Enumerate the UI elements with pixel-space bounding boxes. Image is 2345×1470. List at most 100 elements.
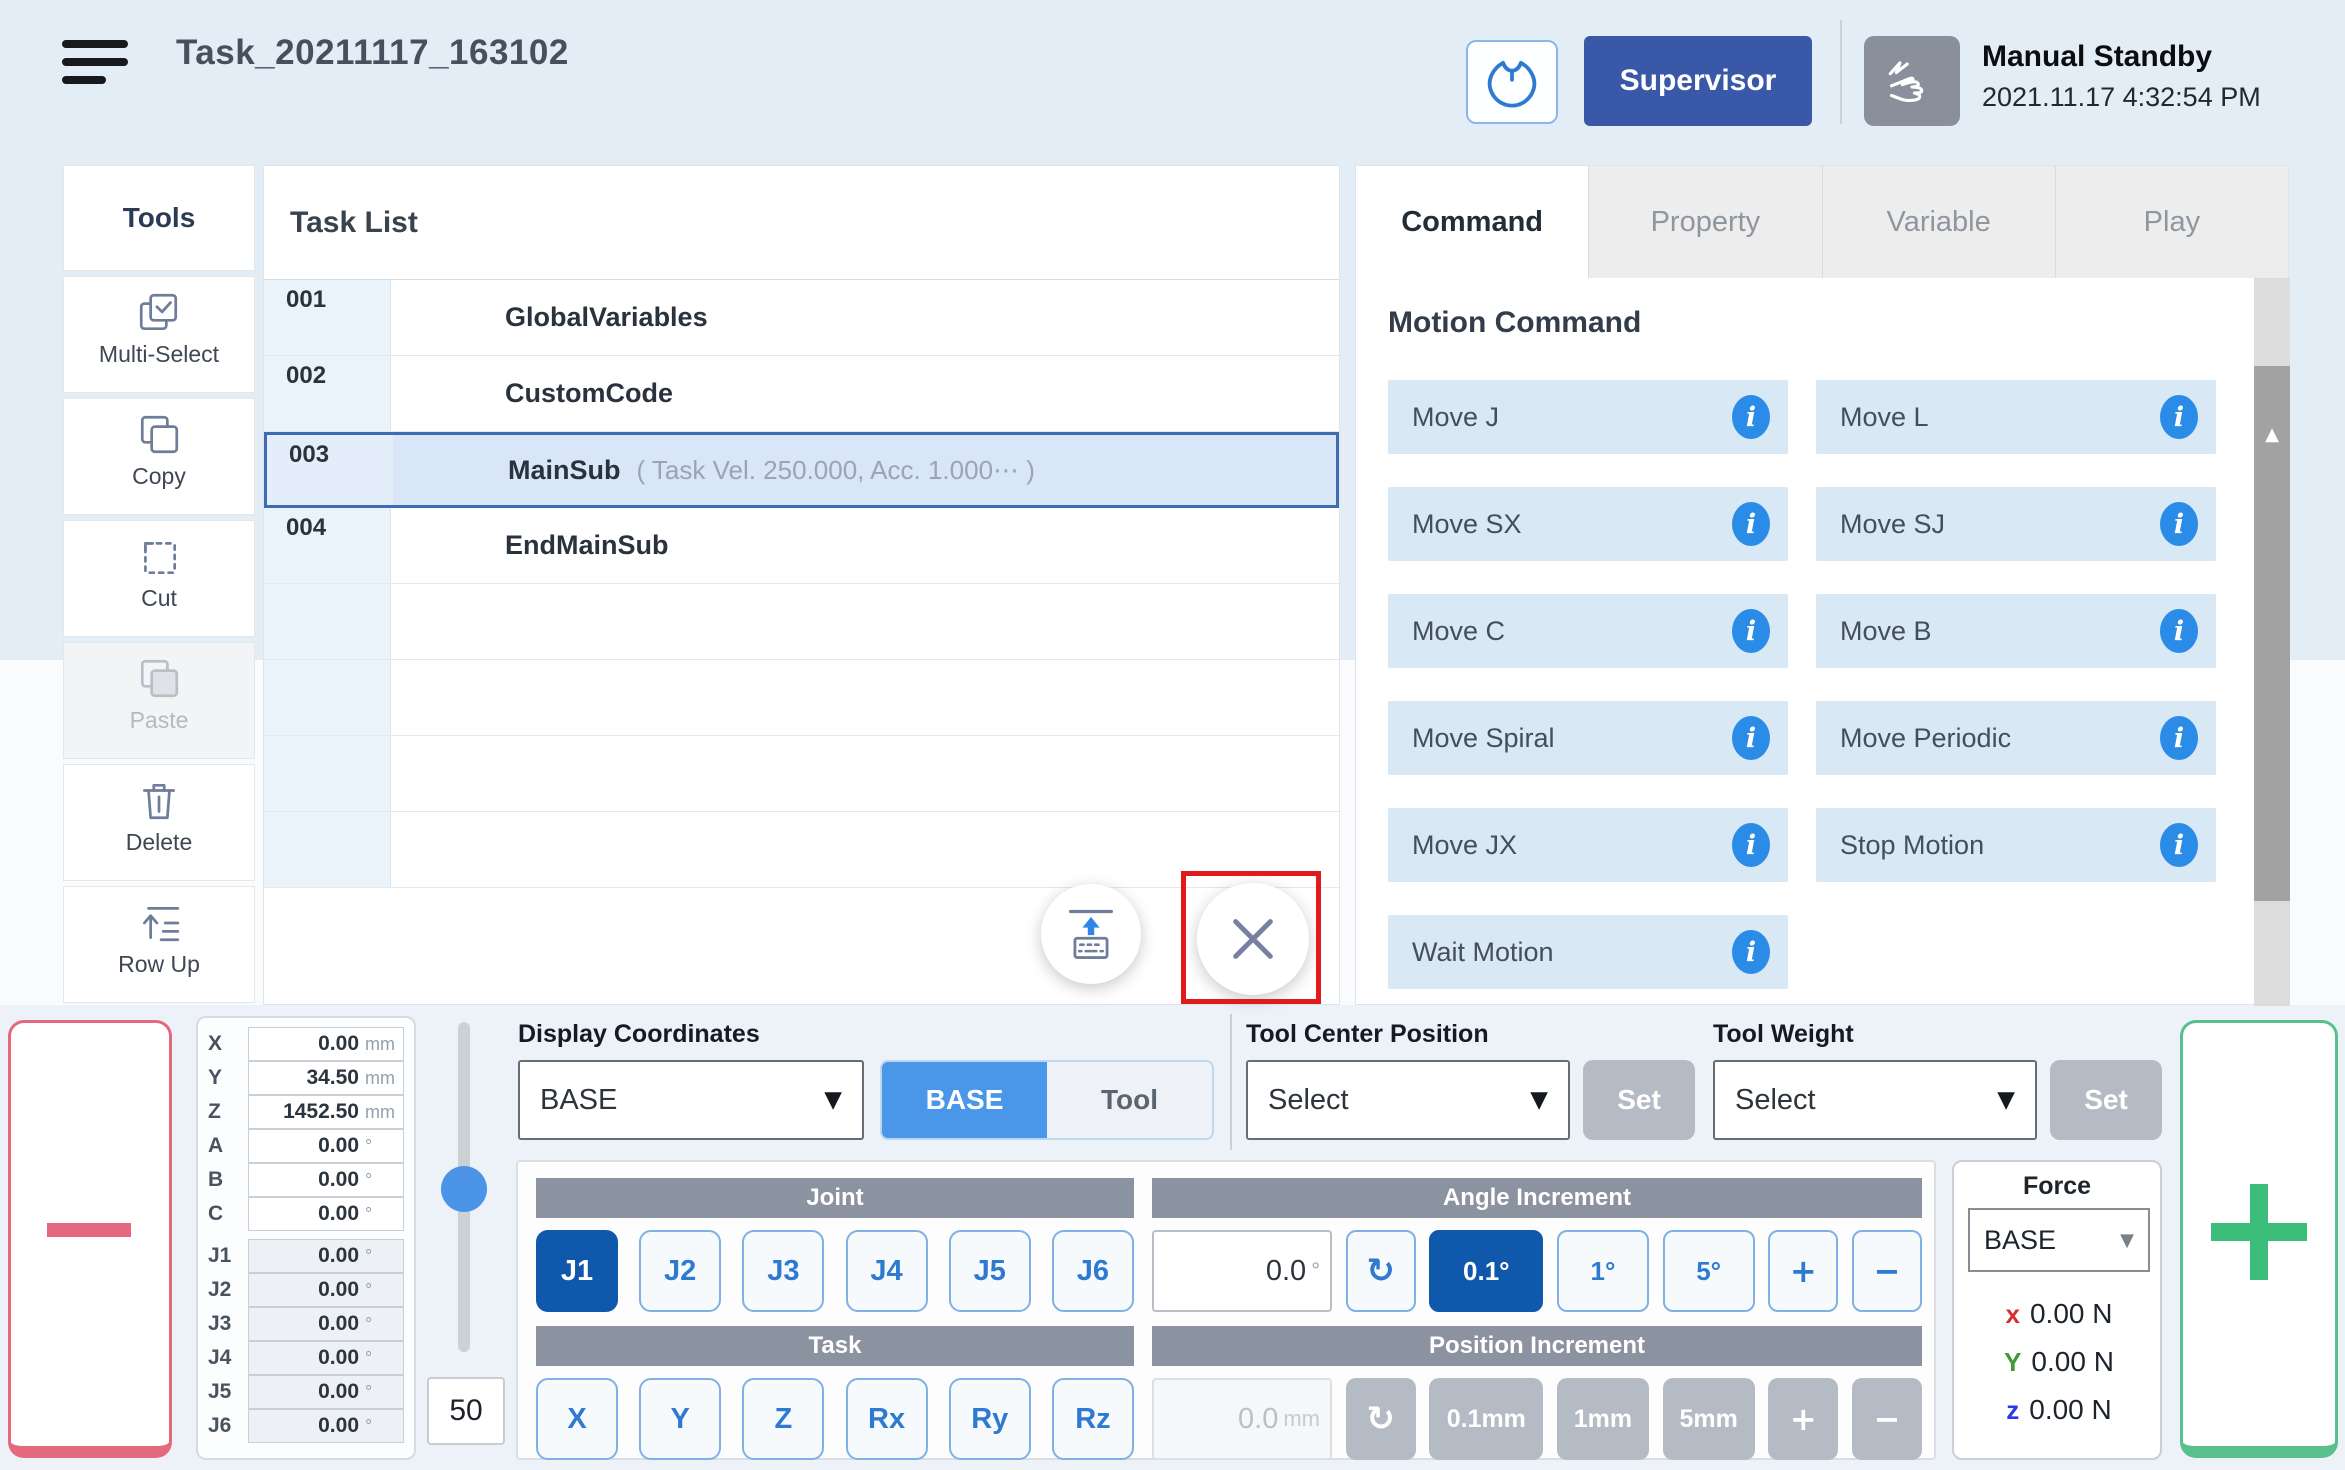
task-x-button[interactable]: X bbox=[536, 1378, 618, 1460]
jog-plus-button[interactable] bbox=[2180, 1020, 2338, 1458]
info-icon[interactable]: i bbox=[2160, 716, 2198, 760]
command-move-j[interactable]: Move Ji bbox=[1388, 380, 1788, 454]
status-datetime: 2021.11.17 4:32:54 PM bbox=[1982, 82, 2261, 113]
task-ry-button[interactable]: Ry bbox=[949, 1378, 1031, 1460]
task-row-name: EndMainSub bbox=[505, 530, 669, 561]
angle-plus-button[interactable]: + bbox=[1768, 1230, 1838, 1312]
copy-icon bbox=[136, 412, 182, 458]
command-move-periodic[interactable]: Move Periodici bbox=[1816, 701, 2216, 775]
task-row-empty bbox=[264, 812, 1339, 888]
speed-slider-thumb[interactable] bbox=[441, 1166, 487, 1212]
main-menu-button[interactable] bbox=[62, 40, 128, 84]
task-row[interactable]: 004 EndMainSub bbox=[264, 508, 1339, 584]
tab-play[interactable]: Play bbox=[2055, 166, 2288, 278]
tool-weight-set-button[interactable]: Set bbox=[2050, 1060, 2162, 1140]
joint-j6-button[interactable]: J6 bbox=[1052, 1230, 1134, 1312]
tool-label: Multi-Select bbox=[99, 341, 219, 368]
info-icon[interactable]: i bbox=[1732, 823, 1770, 867]
motion-command-grid: Move Ji Move Li Move SXi Move SJi Move C… bbox=[1388, 380, 2220, 989]
coord-row: B0.00° bbox=[208, 1163, 404, 1197]
task-row-number: 004 bbox=[264, 508, 391, 583]
position-option-1mm: 1mm bbox=[1557, 1378, 1649, 1460]
force-x-row: x 0.00 N bbox=[1954, 1298, 2164, 1330]
tool-row-up[interactable]: Row Up bbox=[63, 886, 255, 1003]
command-move-l[interactable]: Move Li bbox=[1816, 380, 2216, 454]
info-icon[interactable]: i bbox=[1732, 930, 1770, 974]
joint-j3-button[interactable]: J3 bbox=[742, 1230, 824, 1312]
task-buttons: X Y Z Rx Ry Rz bbox=[536, 1378, 1134, 1460]
task-row-empty bbox=[264, 584, 1339, 660]
tool-delete[interactable]: Delete bbox=[63, 764, 255, 881]
command-move-spiral[interactable]: Move Spirali bbox=[1388, 701, 1788, 775]
header-divider bbox=[1840, 20, 1842, 124]
task-row-name: GlobalVariables bbox=[505, 302, 708, 333]
joint-j2-button[interactable]: J2 bbox=[639, 1230, 721, 1312]
angle-option-0-1deg[interactable]: 0.1° bbox=[1429, 1230, 1543, 1312]
task-list-panel: Task List 001 GlobalVariables 002 Custom… bbox=[263, 165, 1340, 1005]
info-icon[interactable]: i bbox=[1732, 395, 1770, 439]
info-icon[interactable]: i bbox=[2160, 609, 2198, 653]
info-icon[interactable]: i bbox=[1732, 502, 1770, 546]
task-rx-button[interactable]: Rx bbox=[846, 1378, 928, 1460]
task-z-button[interactable]: Z bbox=[742, 1378, 824, 1460]
base-tool-toggle: BASE Tool bbox=[880, 1060, 1214, 1140]
joint-buttons: J1 J2 J3 J4 J5 J6 bbox=[536, 1230, 1134, 1312]
task-row-detail: ( Task Vel. 250.000, Acc. 1.000⋯ ) bbox=[637, 455, 1035, 486]
angle-increment-input[interactable]: 0.0 ° bbox=[1152, 1230, 1332, 1312]
angle-option-5deg[interactable]: 5° bbox=[1663, 1230, 1755, 1312]
tool-weight-select[interactable]: Select ▼ bbox=[1713, 1060, 2037, 1140]
tab-variable[interactable]: Variable bbox=[1822, 166, 2055, 278]
command-stop-motion[interactable]: Stop Motioni bbox=[1816, 808, 2216, 882]
angle-reset-button[interactable]: ↻ bbox=[1346, 1230, 1416, 1312]
manual-mode-button[interactable] bbox=[1864, 36, 1960, 126]
command-move-b[interactable]: Move Bi bbox=[1816, 594, 2216, 668]
coord-row: A0.00° bbox=[208, 1129, 404, 1163]
virtual-keyboard-button[interactable] bbox=[1041, 884, 1141, 984]
scrollbar-thumb[interactable]: ▲ bbox=[2254, 366, 2290, 901]
joint-j4-button[interactable]: J4 bbox=[846, 1230, 928, 1312]
tool-cut[interactable]: Cut bbox=[63, 520, 255, 637]
info-icon[interactable]: i bbox=[2160, 823, 2198, 867]
tool-center-position-select[interactable]: Select ▼ bbox=[1246, 1060, 1570, 1140]
task-row-selected[interactable]: 003 MainSub ( Task Vel. 250.000, Acc. 1.… bbox=[264, 432, 1339, 508]
robot-gripper-button[interactable] bbox=[1466, 40, 1558, 124]
supervisor-button[interactable]: Supervisor bbox=[1584, 36, 1812, 126]
tool-label: Row Up bbox=[118, 951, 200, 978]
tool-copy[interactable]: Copy bbox=[63, 398, 255, 515]
command-move-jx[interactable]: Move JXi bbox=[1388, 808, 1788, 882]
info-icon[interactable]: i bbox=[1732, 609, 1770, 653]
toggle-base[interactable]: BASE bbox=[882, 1062, 1047, 1138]
app-root: Task_20211117_163102 Supervisor Manual S… bbox=[0, 0, 2345, 1470]
command-move-c[interactable]: Move Ci bbox=[1388, 594, 1788, 668]
task-rz-button[interactable]: Rz bbox=[1052, 1378, 1134, 1460]
info-icon[interactable]: i bbox=[2160, 502, 2198, 546]
cut-icon bbox=[136, 534, 182, 580]
task-row[interactable]: 001 GlobalVariables bbox=[264, 280, 1339, 356]
force-frame-select[interactable]: BASE ▼ bbox=[1968, 1208, 2150, 1272]
command-wait-motion[interactable]: Wait Motioni bbox=[1388, 915, 1788, 989]
joint-j5-button[interactable]: J5 bbox=[949, 1230, 1031, 1312]
command-move-sx[interactable]: Move SXi bbox=[1388, 487, 1788, 561]
joint-j1-button[interactable]: J1 bbox=[536, 1230, 618, 1312]
task-y-button[interactable]: Y bbox=[639, 1378, 721, 1460]
angle-minus-button[interactable]: − bbox=[1852, 1230, 1922, 1312]
info-icon[interactable]: i bbox=[2160, 395, 2198, 439]
task-list-title: Task List bbox=[264, 166, 1339, 280]
status-title: Manual Standby bbox=[1982, 40, 2261, 74]
info-icon[interactable]: i bbox=[1732, 716, 1770, 760]
angle-option-1deg[interactable]: 1° bbox=[1557, 1230, 1649, 1312]
jog-minus-button[interactable] bbox=[8, 1020, 172, 1458]
tab-property[interactable]: Property bbox=[1588, 166, 1821, 278]
section-title: Motion Command bbox=[1388, 306, 1641, 340]
force-panel: Force BASE ▼ x 0.00 N Y 0.00 N z 0.00 N bbox=[1952, 1160, 2162, 1460]
task-row[interactable]: 002 CustomCode bbox=[264, 356, 1339, 432]
position-increment-header: Position Increment bbox=[1152, 1326, 1922, 1366]
toggle-tool[interactable]: Tool bbox=[1047, 1062, 1212, 1138]
tool-multi-select[interactable]: Multi-Select bbox=[63, 276, 255, 393]
speed-value-input[interactable]: 50 bbox=[427, 1377, 505, 1445]
status-block: Manual Standby 2021.11.17 4:32:54 PM bbox=[1982, 40, 2261, 113]
display-coordinates-select[interactable]: BASE ▼ bbox=[518, 1060, 864, 1140]
tab-command[interactable]: Command bbox=[1356, 166, 1588, 278]
command-move-sj[interactable]: Move SJi bbox=[1816, 487, 2216, 561]
tool-center-position-set-button[interactable]: Set bbox=[1583, 1060, 1695, 1140]
